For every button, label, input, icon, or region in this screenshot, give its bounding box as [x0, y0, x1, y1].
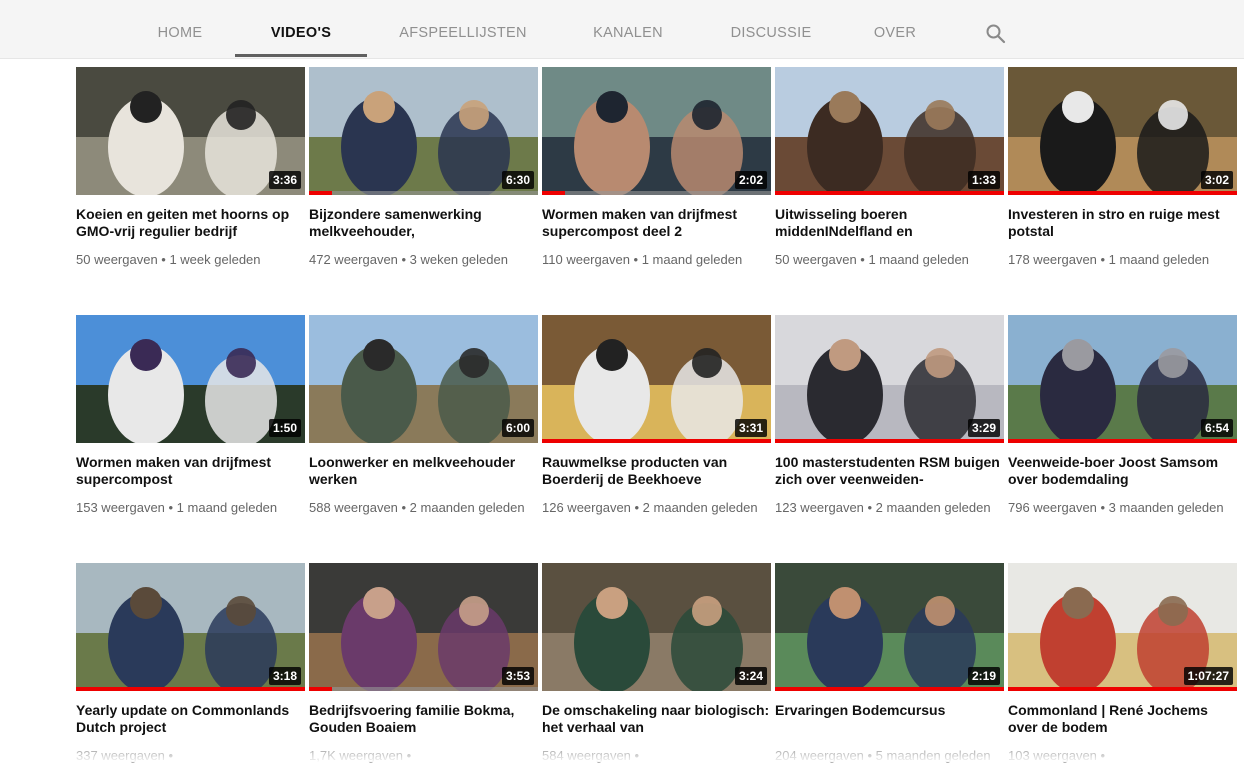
video-meta: 110 weergaven • 1 maand geleden — [542, 252, 743, 267]
video-duration: 3:24 — [734, 667, 767, 685]
video-card[interactable]: 3:31 Rauwmelkse producten van Boerderij d… — [542, 315, 771, 515]
video-duration: 3:02 — [1200, 171, 1233, 189]
tab-about[interactable]: OVER — [869, 0, 921, 58]
watch-progress-bar — [76, 687, 305, 691]
watch-progress-bar — [309, 687, 332, 691]
video-duration: 3:31 — [734, 419, 767, 437]
video-thumbnail[interactable]: 1:07:27 — [1008, 563, 1237, 691]
video-card[interactable]: 6:30 Bijzondere samenwerking melkveehoude… — [309, 67, 538, 267]
video-meta: 1,7K weergaven • — [309, 748, 412, 763]
video-thumbnail[interactable]: 6:54 — [1008, 315, 1237, 443]
video-duration: 2:19 — [967, 667, 1000, 685]
watch-progress-bar — [775, 687, 1004, 691]
video-duration: 2:02 — [734, 171, 767, 189]
watch-progress-bar — [1008, 687, 1237, 691]
video-meta: 584 weergaven • — [542, 748, 640, 763]
video-duration: 1:50 — [268, 419, 301, 437]
search-icon[interactable] — [984, 22, 1008, 46]
tab-discussion[interactable]: DISCUSSIE — [725, 0, 817, 58]
watch-progress-bar — [775, 439, 1004, 443]
video-duration: 6:00 — [501, 419, 534, 437]
video-thumbnail[interactable]: 3:53 — [309, 563, 538, 691]
video-card[interactable]: 2:02 Wormen maken van drijfmest supercomp… — [542, 67, 771, 267]
watch-progress-bar — [775, 191, 1004, 195]
video-thumbnail[interactable]: 3:24 — [542, 563, 771, 691]
tab-channels[interactable]: KANALEN — [585, 0, 671, 58]
video-title[interactable]: Investeren in stro en ruige mest potstal — [1008, 206, 1237, 240]
video-thumbnail[interactable]: 3:18 — [76, 563, 305, 691]
video-card[interactable]: 1:07:27 Commonland | René Jochems over de… — [1008, 563, 1237, 763]
video-duration: 3:18 — [268, 667, 301, 685]
video-meta: 796 weergaven • 3 maanden geleden — [1008, 500, 1224, 515]
video-card[interactable]: 3:18 Yearly update on Commonlands Dutch p… — [76, 563, 305, 763]
video-title[interactable]: Rauwmelkse producten van Boerderij de Be… — [542, 454, 771, 488]
video-title[interactable]: Commonland | René Jochems over de bodem — [1008, 702, 1237, 736]
tab-home[interactable]: HOME — [150, 0, 210, 58]
video-title[interactable]: Ervaringen Bodemcursus — [775, 702, 1004, 719]
video-meta: 337 weergaven • — [76, 748, 174, 763]
video-thumbnail[interactable]: 6:00 — [309, 315, 538, 443]
tab-videos[interactable]: VIDEO'S — [235, 0, 367, 58]
video-title[interactable]: 100 masterstudenten RSM buigen zich over… — [775, 454, 1004, 488]
video-title[interactable]: Bijzondere samenwerking melkveehouder, — [309, 206, 538, 240]
watch-progress-bar — [542, 191, 565, 195]
video-title[interactable]: Loonwerker en melkveehouder werken — [309, 454, 538, 488]
watch-progress-bar — [309, 191, 332, 195]
watch-progress-bar — [1008, 439, 1237, 443]
video-title[interactable]: Uitwisseling boeren middenINdelfland en — [775, 206, 1004, 240]
video-duration: 3:29 — [967, 419, 1000, 437]
video-meta: 50 weergaven • 1 week geleden — [76, 252, 261, 267]
video-duration: 3:53 — [501, 667, 534, 685]
channel-tab-bar: HOME VIDEO'S AFSPEELLIJSTEN KANALEN DISC… — [0, 0, 1244, 59]
video-meta: 123 weergaven • 2 maanden geleden — [775, 500, 991, 515]
video-title[interactable]: De omschakeling naar biologisch: het ver… — [542, 702, 771, 736]
video-card[interactable]: 3:36 Koeien en geiten met hoorns op GMO-v… — [76, 67, 305, 267]
video-title[interactable]: Koeien en geiten met hoorns op GMO-vrij … — [76, 206, 305, 240]
video-card[interactable]: 2:19 Ervaringen Bodemcursus 204 weergaven … — [775, 563, 1004, 763]
video-title[interactable]: Bedrijfsvoering familie Bokma, Gouden Bo… — [309, 702, 538, 736]
video-card[interactable]: 3:29 100 masterstudenten RSM buigen zich … — [775, 315, 1004, 515]
video-meta: 50 weergaven • 1 maand geleden — [775, 252, 969, 267]
video-duration: 1:07:27 — [1183, 667, 1233, 685]
video-card[interactable]: 3:02 Investeren in stro en ruige mest pot… — [1008, 67, 1237, 267]
video-meta: 472 weergaven • 3 weken geleden — [309, 252, 508, 267]
video-duration: 3:36 — [268, 171, 301, 189]
active-tab-indicator — [235, 54, 367, 57]
video-thumbnail[interactable]: 2:19 — [775, 563, 1004, 691]
video-duration: 1:33 — [967, 171, 1000, 189]
video-thumbnail[interactable]: 1:50 — [76, 315, 305, 443]
video-meta: 103 weergaven • — [1008, 748, 1106, 763]
video-meta: 204 weergaven • 5 maanden geleden — [775, 748, 991, 763]
video-thumbnail[interactable]: 1:33 — [775, 67, 1004, 195]
video-card[interactable]: 1:50 Wormen maken van drijfmest supercomp… — [76, 315, 305, 515]
video-card[interactable]: 3:24 De omschakeling naar biologisch: het… — [542, 563, 771, 763]
video-duration: 6:30 — [501, 171, 534, 189]
video-meta: 178 weergaven • 1 maand geleden — [1008, 252, 1210, 267]
progress-track — [309, 191, 538, 195]
video-card[interactable]: 6:54 Veenweide-boer Joost Samsom over bod… — [1008, 315, 1237, 515]
video-thumbnail[interactable]: 3:31 — [542, 315, 771, 443]
tab-playlists[interactable]: AFSPEELLIJSTEN — [395, 0, 531, 58]
video-thumbnail[interactable]: 3:29 — [775, 315, 1004, 443]
video-card[interactable]: 6:00 Loonwerker en melkveehouder werken 58… — [309, 315, 538, 515]
video-thumbnail[interactable]: 3:36 — [76, 67, 305, 195]
video-meta: 153 weergaven • 1 maand geleden — [76, 500, 278, 515]
watch-progress-bar — [1008, 191, 1237, 195]
progress-track — [542, 191, 771, 195]
watch-progress-bar — [542, 439, 771, 443]
video-thumbnail[interactable]: 2:02 — [542, 67, 771, 195]
progress-track — [309, 687, 538, 691]
video-meta: 126 weergaven • 2 maanden geleden — [542, 500, 758, 515]
video-duration: 6:54 — [1200, 419, 1233, 437]
video-title[interactable]: Wormen maken van drijfmest supercompost — [76, 454, 305, 488]
video-card[interactable]: 1:33 Uitwisseling boeren middenINdelfland… — [775, 67, 1004, 267]
video-title[interactable]: Wormen maken van drijfmest supercompost … — [542, 206, 771, 240]
video-thumbnail[interactable]: 3:02 — [1008, 67, 1237, 195]
video-title[interactable]: Veenweide-boer Joost Samsom over bodemda… — [1008, 454, 1237, 488]
video-thumbnail[interactable]: 6:30 — [309, 67, 538, 195]
video-card[interactable]: 3:53 Bedrijfsvoering familie Bokma, Goude… — [309, 563, 538, 763]
video-title[interactable]: Yearly update on Commonlands Dutch proje… — [76, 702, 305, 736]
video-meta: 588 weergaven • 2 maanden geleden — [309, 500, 525, 515]
